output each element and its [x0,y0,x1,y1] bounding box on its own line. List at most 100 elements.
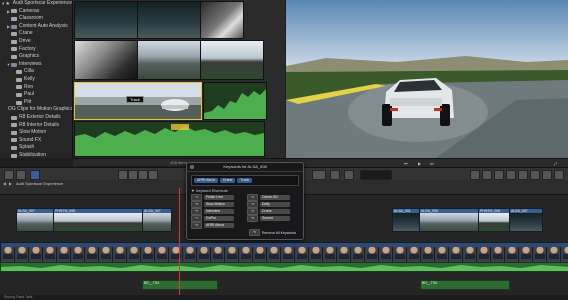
sidebar-item[interactable]: ▶ Content Auto Analysis [0,23,72,31]
keyword-icon [16,85,22,90]
titles-browser-button[interactable] [530,170,540,180]
clip-thumbnail [54,213,142,231]
viewer-controls: ⏮ ▶ ⏭ ⤢ [286,158,568,167]
connected-clip[interactable]: ALSA_007 [142,208,172,232]
status-bar: Racing Track Tails [0,295,568,300]
sidebar-item-label: OG Clips for Motion Graphics [8,106,73,113]
shortcut-keyword-field[interactable]: Crane [260,208,290,214]
sidebar-item[interactable]: Pitt [0,99,72,107]
shortcut-keyword-field[interactable]: Canon 5D [260,194,290,200]
primary-audio[interactable] [0,262,568,272]
sidebar-item[interactable]: Classroom [0,15,72,23]
sidebar-item-label: Cameras [19,7,40,14]
sidebar-item[interactable]: ▼ ★ Audi Sportscar Experience [0,0,72,8]
shortcut-key: ^2 [247,193,258,201]
event-browser: Track [73,0,285,158]
close-icon[interactable]: × [190,164,194,169]
keyword-token[interactable]: Track [237,178,253,183]
sidebar-item[interactable]: Drive [0,38,72,46]
primary-storyline[interactable] [0,242,568,264]
music-clip[interactable]: BR__TSK [420,280,510,290]
keyword-shortcut-row: ^8 Sunset [247,214,290,222]
shortcut-key: ^9 [191,221,202,229]
play-icon[interactable]: ▶ [418,161,421,166]
keyword-shortcut-row: ^6 Crane [247,207,290,215]
browser-clip[interactable] [200,40,264,80]
history-back-icon[interactable]: ◀ [3,180,6,188]
themes-browser-button[interactable] [554,170,564,180]
sidebar-item[interactable]: Ron [0,84,72,92]
sidebar-item[interactable]: Slow Motion [0,129,72,137]
shortcut-keyword-field[interactable]: Slow Motion [204,201,234,207]
sidebar-item[interactable]: Crane [0,30,72,38]
sidebar-item[interactable]: Cilla [0,68,72,76]
library-toggle-button[interactable] [4,170,14,180]
keyword-shortcuts-heading[interactable]: ▼ Keyword Shortcuts [191,189,299,193]
shortcut-keyword-field[interactable]: GoPro [204,215,234,221]
sidebar-item[interactable]: Sound FX [0,137,72,145]
viewer[interactable] [286,0,568,158]
shortcut-keyword-field[interactable]: Dolly [260,201,290,207]
timecode-display [360,170,392,180]
shortcut-keyword-field[interactable]: Interview [204,208,234,214]
insert-clip-button[interactable] [128,170,138,180]
keyword-token-field[interactable]: ARRI Alexa Crane Track [191,175,299,186]
sidebar-item[interactable]: Splash [0,144,72,152]
connect-clip-button[interactable] [118,170,128,180]
hud-title-bar: × Keywords for ALSA_008 [187,163,303,172]
keyword-icon [11,54,17,59]
sidebar-item[interactable]: R8 Interior Details [0,122,72,130]
overwrite-clip-button[interactable] [148,170,158,180]
skip-back-icon[interactable]: ⏮ [404,161,408,166]
connected-clip[interactable]: PHNTM_666 [53,208,143,232]
shortcut-key: ^7 [191,214,202,222]
connected-clip[interactable]: ALSA_007 [509,208,543,232]
generators-browser-button[interactable] [542,170,552,180]
browser-clip[interactable] [137,40,201,80]
sidebar-item[interactable]: Graphics [0,53,72,61]
sidebar-item[interactable]: Kelly [0,76,72,84]
shortcut-keyword-field[interactable]: ARRI Alexa [204,222,234,228]
connected-clip[interactable]: ALSA_005 [419,208,479,232]
audio-clip[interactable] [203,82,267,120]
sidebar-item[interactable]: Stabilization [0,152,72,158]
shortcut-keyword-field[interactable]: Sunset [260,215,290,221]
connected-clip[interactable]: PHNTM_006 [478,208,510,232]
shortcut-keyword-field[interactable]: Finish Line [204,194,234,200]
music-browser-button[interactable] [518,170,528,180]
music-clip[interactable]: BR__TSK [142,280,218,290]
connected-clip[interactable]: ALSA_007 [16,208,54,232]
skip-forward-icon[interactable]: ⏭ [430,161,434,166]
sidebar-item[interactable]: ▼ Interviews [0,61,72,69]
sidebar-item[interactable]: Paul [0,91,72,99]
sidebar-item[interactable]: ▶ Cameras [0,8,72,16]
sidebar-item[interactable]: Factory [0,46,72,54]
browser-clip[interactable] [74,1,138,39]
effects-browser-button[interactable] [494,170,504,180]
keyword-token[interactable]: ARRI Alexa [194,178,218,183]
fullscreen-icon[interactable]: ⤢ [554,161,557,166]
browser-toggle-button[interactable] [30,170,40,180]
enhancements-button[interactable] [330,170,340,180]
audio-clip[interactable] [74,121,265,157]
inspector-toggle-button[interactable] [470,170,480,180]
keyword-shortcut-row: ^2 Canon 5D [247,193,290,201]
history-forward-icon[interactable]: ▶ [9,180,12,188]
remove-all-keywords-button[interactable]: ^0 Remove All Keywords [249,229,296,236]
photos-browser-button[interactable] [506,170,516,180]
append-clip-button[interactable] [138,170,148,180]
sidebar-item[interactable]: OG Clips for Motion Graphics [0,106,72,114]
browser-clip[interactable] [74,40,138,80]
import-button[interactable] [16,170,26,180]
browser-clip[interactable] [137,1,201,39]
select-tool-button[interactable] [312,170,326,180]
sidebar-item[interactable]: R8 Exterior Details [0,114,72,122]
share-button[interactable] [482,170,492,180]
browser-clip[interactable] [200,1,244,39]
storyline-thumbnails [1,247,568,263]
retime-button[interactable] [344,170,354,180]
keyword-token[interactable]: Crane [219,178,236,183]
playhead[interactable] [179,188,180,300]
connected-clip[interactable]: ALSA_001 [392,208,420,232]
keyword-icon [11,47,17,52]
